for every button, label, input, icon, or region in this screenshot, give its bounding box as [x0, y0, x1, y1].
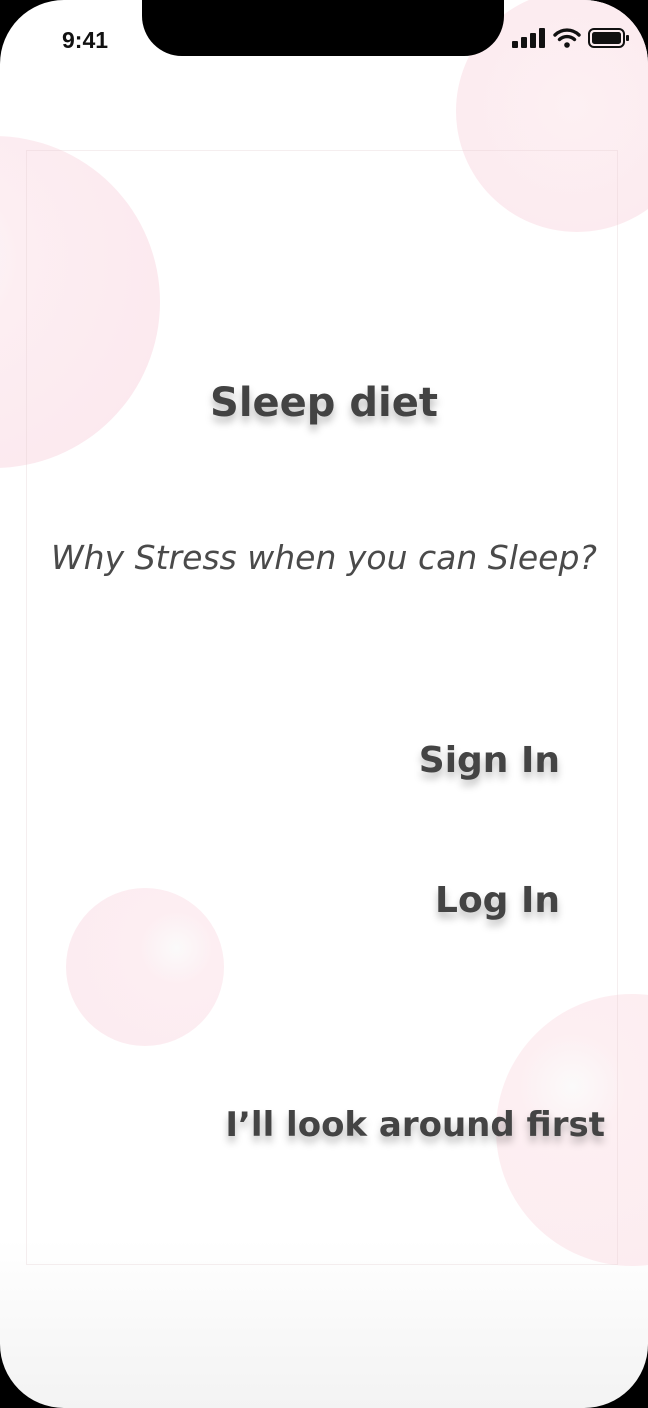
cellular-signal-icon — [512, 28, 546, 53]
battery-icon — [588, 28, 630, 53]
status-icons — [512, 28, 630, 54]
wifi-icon — [553, 28, 581, 53]
tagline: Why Stress when you can Sleep? — [51, 538, 597, 577]
content-frame — [26, 150, 618, 1265]
camera-notch — [142, 0, 504, 56]
device-frame: 9:41 Sleep diet Why Stress when you can … — [0, 0, 648, 1408]
log-in-button[interactable]: Log In — [435, 880, 560, 921]
look-around-button[interactable]: I’ll look around first — [225, 1105, 605, 1145]
sign-in-button[interactable]: Sign In — [419, 740, 560, 781]
app-title: Sleep diet — [210, 380, 438, 426]
status-time: 9:41 — [62, 27, 109, 53]
app-screen: 9:41 Sleep diet Why Stress when you can … — [0, 0, 648, 1408]
